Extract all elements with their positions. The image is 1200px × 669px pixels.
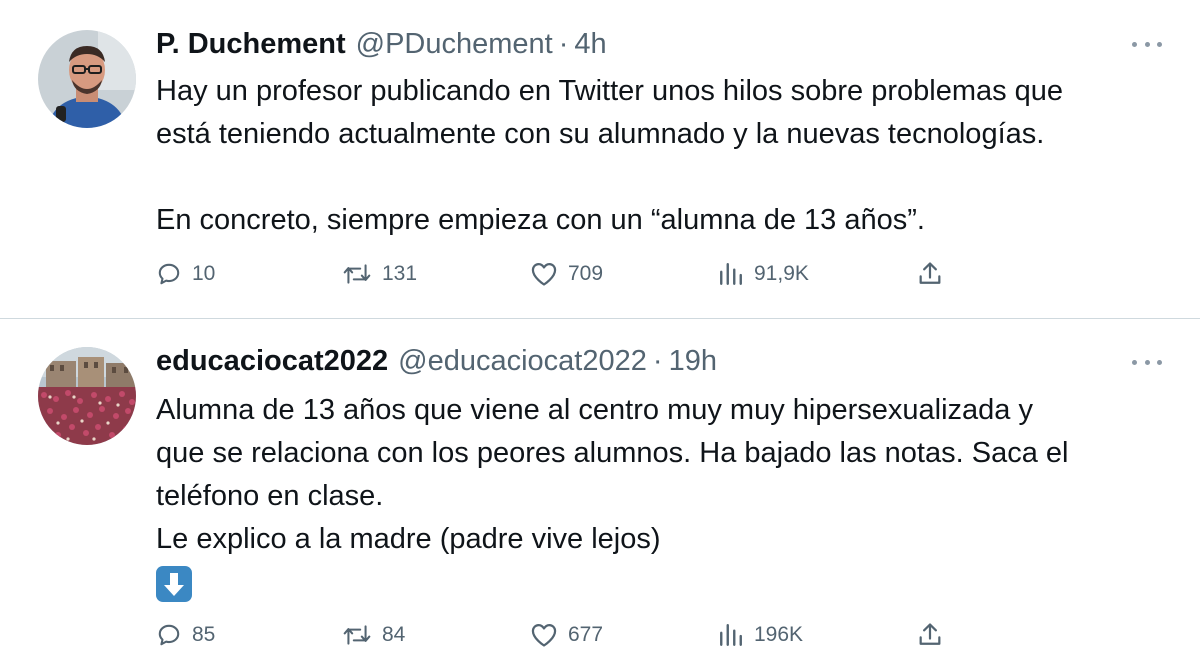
tweet-line: que se relaciona con los peores alumnos.…	[156, 437, 1069, 469]
tweet[interactable]: P. Duchement @PDuchement · 4h Hay un pro…	[0, 0, 1200, 318]
share-button[interactable]	[916, 256, 944, 292]
views-button[interactable]: 91,9K	[718, 256, 809, 292]
line-break	[156, 156, 1166, 199]
tweet-line: está teniendo actualmente con su alumnad…	[156, 118, 1045, 150]
share-icon	[919, 262, 941, 284]
retweet-icon	[343, 264, 371, 284]
tweet-header: P. Duchement @PDuchement · 4h	[156, 24, 607, 64]
tweet-line: En concreto, siempre empieza con un “alu…	[156, 204, 925, 236]
more-icon[interactable]	[1132, 37, 1162, 51]
avatar[interactable]	[38, 347, 136, 445]
views-icon	[720, 263, 742, 285]
tweet-line: teléfono en clase.	[156, 480, 384, 512]
retweet-count: 84	[382, 623, 406, 646]
like-button[interactable]: 677	[530, 617, 603, 653]
author-handle[interactable]: @educaciocat2022	[398, 341, 647, 381]
separator-dot: ·	[558, 28, 569, 60]
tweet-line: Hay un profesor publicando en Twitter un…	[156, 75, 1064, 107]
views-count: 91,9K	[754, 262, 809, 285]
more-icon[interactable]	[1132, 355, 1162, 369]
like-count: 677	[568, 623, 604, 646]
views-count: 196K	[754, 623, 804, 646]
action-bar: 85 84 677 196K	[156, 617, 956, 653]
author-handle[interactable]: @PDuchement	[356, 24, 553, 64]
reply-icon	[158, 263, 180, 285]
like-icon	[531, 623, 557, 647]
reply-button[interactable]: 10	[156, 256, 215, 292]
author-name[interactable]: P. Duchement	[156, 24, 346, 64]
retweet-button[interactable]: 131	[342, 256, 417, 292]
reply-count: 85	[192, 623, 216, 646]
reply-button[interactable]: 85	[156, 617, 215, 653]
retweet-icon	[343, 625, 371, 645]
tweet-line: Alumna de 13 años que viene al centro mu…	[156, 394, 1033, 426]
views-icon	[720, 624, 742, 646]
retweet-button[interactable]: 84	[342, 617, 405, 653]
tweet-header: educaciocat2022 @educaciocat2022 · 19h	[156, 341, 717, 381]
separator-dot: ·	[652, 345, 663, 377]
reply-count: 10	[192, 262, 216, 285]
share-icon	[919, 623, 941, 645]
author-name[interactable]: educaciocat2022	[156, 341, 388, 381]
tweet[interactable]: educaciocat2022 @educaciocat2022 · 19h A…	[0, 319, 1200, 669]
timestamp[interactable]: 4h	[574, 24, 606, 64]
like-count: 709	[568, 262, 604, 285]
emoji-line	[156, 561, 1166, 604]
tweet-text: Alumna de 13 años que viene al centro mu…	[156, 389, 1166, 604]
action-bar: 10 131 709 91,9K	[156, 256, 956, 292]
share-button[interactable]	[916, 617, 944, 653]
like-button[interactable]: 709	[530, 256, 603, 292]
reply-icon	[158, 624, 180, 646]
like-icon	[531, 262, 557, 286]
down-arrow-emoji	[156, 566, 192, 603]
avatar[interactable]	[38, 30, 136, 128]
tweet-line: Le explico a la madre (padre vive lejos)	[156, 523, 661, 555]
views-button[interactable]: 196K	[718, 617, 803, 653]
timestamp[interactable]: 19h	[669, 341, 717, 381]
tweet-text: Hay un profesor publicando en Twitter un…	[156, 70, 1166, 242]
retweet-count: 131	[382, 262, 418, 285]
